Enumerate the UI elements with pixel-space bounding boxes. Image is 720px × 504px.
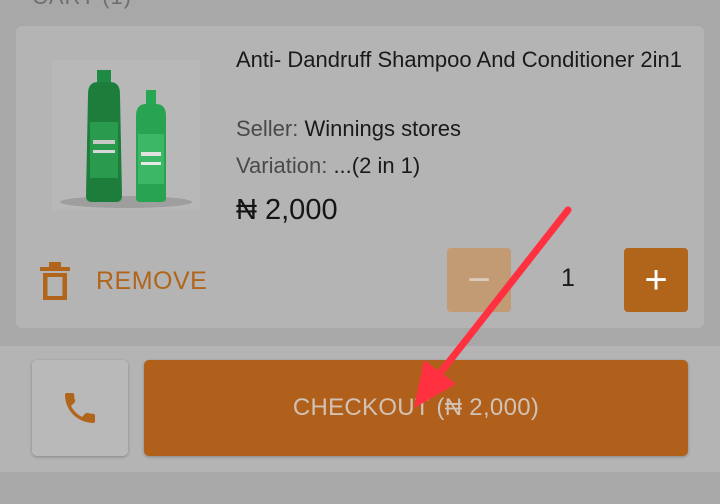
seller-name: Winnings stores [304,116,461,141]
cart-section-title: CART (1) [32,0,132,10]
checkout-bar: CHECKOUT (₦ 2,000) [0,346,720,472]
quantity-value: 1 [561,264,575,292]
call-seller-button[interactable] [32,360,128,456]
decrease-quantity-button[interactable]: − [447,248,511,312]
phone-icon [65,393,95,423]
seller-label: Seller: [236,116,299,141]
variation-row: Variation: ...(2 in 1) [236,153,420,179]
checkout-button[interactable]: CHECKOUT (₦ 2,000) [144,360,688,456]
product-image[interactable] [52,60,200,210]
product-name[interactable]: Anti- Dandruff Shampoo And Conditioner 2… [236,46,691,74]
cart-item-card: Anti- Dandruff Shampoo And Conditioner 2… [16,26,704,328]
remove-button[interactable]: REMOVE [40,260,207,302]
shampoo-bottles-picture [52,60,200,210]
increase-quantity-button[interactable]: + [624,248,688,312]
remove-label: REMOVE [96,266,208,295]
item-price: ₦ 2,000 [236,194,338,226]
trash-icon [40,262,70,300]
variation-value: ...(2 in 1) [333,153,421,178]
variation-label: Variation: [236,153,328,178]
seller-row: Seller: Winnings stores [236,116,461,142]
